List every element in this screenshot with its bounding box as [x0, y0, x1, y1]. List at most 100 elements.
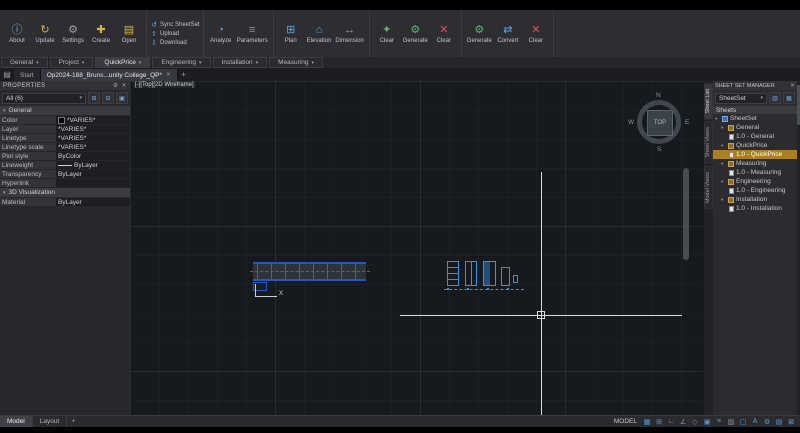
panel-tab-installation[interactable]: Installation ▾ [212, 57, 268, 68]
tree-item-general[interactable]: ▾ General [713, 123, 797, 132]
toggle-pickadd-button[interactable]: ⊞ [88, 92, 100, 104]
section-3d-visualization[interactable]: ▾ 3D Visualization [0, 188, 130, 198]
grid-icon[interactable]: ▦ [641, 417, 653, 427]
ssm-tool-button-2[interactable]: ▦ [783, 92, 795, 104]
ortho-icon[interactable]: ∟ [665, 417, 677, 427]
tab-model-views[interactable]: Model Views [704, 165, 713, 210]
tree-item-sheetset[interactable]: ▾ SheetSet [713, 114, 797, 123]
create-button[interactable]: ✚ Create [87, 12, 115, 55]
transparency-icon[interactable]: ▨ [725, 417, 737, 427]
polar-tracking-icon[interactable]: ∠ [677, 417, 689, 427]
dimension-button[interactable]: ↔ Dimension [333, 12, 365, 55]
model-space-indicator[interactable]: MODEL [614, 418, 637, 425]
clear-button-3[interactable]: ✕ Clear [522, 12, 550, 55]
expander-icon[interactable]: ▾ [721, 143, 726, 149]
analyze-button[interactable]: ◔ Analyze [207, 12, 235, 55]
download-button[interactable]: ⇩ Download [150, 39, 200, 47]
convert-button[interactable]: ⇄ Convert [494, 12, 522, 55]
panel-tab-quickprice[interactable]: QuickPrice ▾ [95, 57, 151, 68]
panel-tab-project[interactable]: Project ▾ [49, 57, 94, 68]
annotation-visibility-icon[interactable]: A [749, 417, 761, 427]
file-tab-start[interactable]: Start [14, 69, 41, 81]
tab-sheet-views[interactable]: Sheet Views [704, 121, 713, 164]
snap-icon[interactable]: ⊞ [653, 417, 665, 427]
cad-object-cabinet-group[interactable] [444, 258, 527, 294]
expander-icon[interactable]: ▾ [721, 179, 726, 185]
property-value[interactable]: ByLayer [56, 198, 130, 206]
expander-icon[interactable]: ▾ [715, 116, 720, 122]
file-tab-menu-icon[interactable]: ▤ [0, 70, 14, 79]
clear-button-1[interactable]: ✦ Clear [373, 12, 401, 55]
select-objects-button[interactable]: ⊟ [102, 92, 114, 104]
parameters-button[interactable]: ≡ Parameters [235, 12, 270, 55]
tree-item-measuring[interactable]: ▾ Measuring [713, 159, 797, 168]
viewcube-top-face[interactable]: TOP [647, 110, 673, 136]
tree-item-sheet-installation[interactable]: 1.0 - Installation [713, 204, 797, 213]
close-icon[interactable]: ✕ [166, 72, 171, 78]
property-row-plot-style[interactable]: Plot style ByColor [0, 152, 130, 161]
sheetset-dropdown[interactable]: SheetSet ▾ [715, 92, 767, 104]
upload-button[interactable]: ⇧ Upload [150, 30, 200, 38]
expander-icon[interactable]: ▾ [721, 197, 726, 203]
panel-tab-engineering[interactable]: Engineering ▾ [152, 57, 211, 68]
generate-button-2[interactable]: ⚙ Generate [465, 12, 494, 55]
property-value[interactable]: *VARIES* [56, 116, 130, 124]
tree-item-engineering[interactable]: ▾ Engineering [713, 177, 797, 186]
viewport-controls[interactable]: [-][Top][2D Wireframe] [133, 82, 196, 88]
property-value[interactable]: ByColor [56, 152, 130, 160]
panel-tab-general[interactable]: General ▾ [1, 57, 48, 68]
clear-button-2[interactable]: ✕ Clear [430, 12, 458, 55]
plan-button[interactable]: ⊞ Plan [277, 12, 305, 55]
settings-button[interactable]: ⚙ Settings [59, 12, 87, 55]
compass-north-label[interactable]: N [656, 92, 661, 99]
property-row-linetype-scale[interactable]: Linetype scale *VARIES* [0, 143, 130, 152]
navigation-bar[interactable] [683, 168, 689, 260]
property-value[interactable]: ByLayer [56, 170, 130, 178]
elevation-button[interactable]: ⌂ Elevation [305, 12, 334, 55]
layout-tab[interactable]: Layout [33, 416, 68, 427]
property-value[interactable]: *VARIES* [56, 134, 130, 142]
selection-filter-dropdown[interactable]: All (6) ▾ [2, 92, 86, 104]
clean-screen-icon[interactable]: ⊠ [785, 417, 797, 427]
tree-item-sheet-quickprice[interactable]: 1.0 - QuickPrice [713, 150, 797, 159]
object-snap-icon[interactable]: ▣ [701, 417, 713, 427]
property-row-layer[interactable]: Layer *VARIES* [0, 125, 130, 134]
tree-item-sheet-measuring[interactable]: 1.0 - Measuring [713, 168, 797, 177]
isodraft-icon[interactable]: ◇ [689, 417, 701, 427]
gear-icon[interactable]: ⚙ [113, 82, 119, 89]
model-tab[interactable]: Model [0, 416, 33, 427]
close-icon[interactable]: ✕ [122, 82, 127, 89]
open-button[interactable]: ▤ Open [115, 12, 143, 55]
workspace-gear-icon[interactable]: ⚙ [761, 417, 773, 427]
compass-south-label[interactable]: S [657, 146, 661, 153]
tree-item-sheet-general[interactable]: 1.0 - General [713, 132, 797, 141]
expander-icon[interactable]: ▾ [721, 161, 726, 167]
update-button[interactable]: ↻ Update [31, 12, 59, 55]
ssm-tool-button-1[interactable]: ▥ [769, 92, 781, 104]
property-row-material[interactable]: Material ByLayer [0, 198, 130, 207]
property-value[interactable] [56, 179, 130, 187]
property-value[interactable]: *VARIES* [56, 125, 130, 133]
about-button[interactable]: ⓘ About [3, 12, 31, 55]
sync-sheetset-button[interactable]: ↺ Sync SheetSet [150, 21, 200, 29]
property-row-hyperlink[interactable]: Hyperlink [0, 179, 130, 188]
property-value[interactable]: *VARIES* [56, 143, 130, 151]
quick-select-button[interactable]: ▣ [116, 92, 128, 104]
compass-east-label[interactable]: E [685, 119, 689, 126]
file-tab-drawing[interactable]: Op2024-188_Bruns...unity College_QP* ✕ [40, 69, 178, 81]
customization-icon[interactable]: ▤ [773, 417, 785, 427]
close-icon[interactable]: ✕ [790, 82, 795, 89]
panel-tab-measuring[interactable]: Measuring ▾ [269, 57, 324, 68]
tree-item-sheet-engineering[interactable]: 1.0 - Engineering [713, 186, 797, 195]
lineweight-icon[interactable]: ≡ [713, 417, 725, 427]
section-general[interactable]: ▾ General [0, 106, 130, 116]
property-row-color[interactable]: Color *VARIES* [0, 116, 130, 125]
property-row-linetype[interactable]: Linetype *VARIES* [0, 134, 130, 143]
new-tab-button[interactable]: + [178, 70, 190, 79]
property-row-transparency[interactable]: Transparency ByLayer [0, 170, 130, 179]
expander-icon[interactable]: ▾ [721, 125, 726, 131]
generate-button-1[interactable]: ⚙ Generate [401, 12, 430, 55]
property-value[interactable]: ByLayer [56, 161, 130, 169]
tree-item-installation[interactable]: ▾ Installation [713, 195, 797, 204]
new-layout-button[interactable]: + [67, 418, 79, 425]
